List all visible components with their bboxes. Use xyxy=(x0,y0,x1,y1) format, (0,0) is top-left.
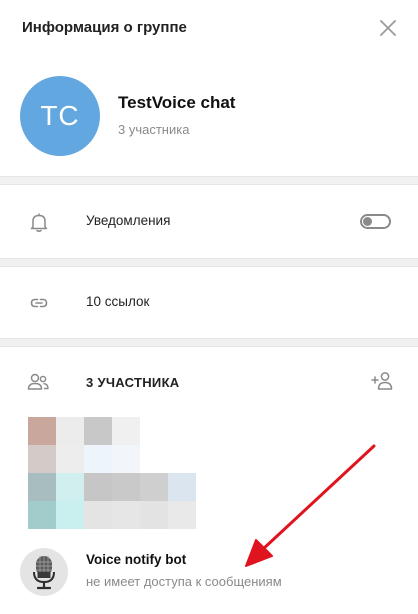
blur-tile xyxy=(56,501,84,529)
blur-tile xyxy=(28,445,56,473)
blur-tile xyxy=(140,501,168,529)
member-status: не имеет доступа к сообщениям xyxy=(86,574,282,589)
links-row[interactable]: 10 ссылок xyxy=(0,268,418,338)
blur-tile xyxy=(140,473,168,501)
people-icon xyxy=(26,370,50,394)
group-profile: TC TestVoice chat 3 участника xyxy=(0,58,418,176)
blur-tile xyxy=(28,417,56,445)
close-icon[interactable] xyxy=(376,16,400,40)
links-label: 10 ссылок xyxy=(86,294,150,309)
blur-tile xyxy=(112,445,140,473)
blur-tile xyxy=(84,417,112,445)
bell-icon xyxy=(28,211,50,233)
blur-tile xyxy=(56,473,84,501)
blur-tile xyxy=(84,473,112,501)
blur-tile xyxy=(84,445,112,473)
section-divider xyxy=(0,338,418,347)
blur-tile xyxy=(84,501,112,529)
blur-tile xyxy=(28,501,56,529)
group-member-count: 3 участника xyxy=(118,122,190,137)
notifications-label: Уведомления xyxy=(86,213,171,228)
blur-tile xyxy=(168,473,196,501)
blurred-member-avatars xyxy=(28,417,196,529)
group-avatar[interactable]: TC xyxy=(20,76,100,156)
member-name: Voice notify bot xyxy=(86,552,187,567)
dialog-title: Информация о группе xyxy=(22,19,187,36)
member-row-voice-notify-bot[interactable]: Voice notify bot не имеет доступа к сооб… xyxy=(0,540,418,604)
toggle-knob xyxy=(363,217,372,226)
blur-tile xyxy=(28,473,56,501)
blur-tile xyxy=(168,501,196,529)
add-user-icon[interactable] xyxy=(370,369,396,393)
dialog-header: Информация о группе xyxy=(0,0,418,58)
members-header: 3 УЧАСТНИКА xyxy=(0,350,418,414)
section-divider xyxy=(0,258,418,267)
blur-tile xyxy=(112,417,140,445)
blur-tile xyxy=(112,473,140,501)
avatar-initials: TC xyxy=(40,100,80,131)
group-name: TestVoice chat xyxy=(118,93,236,112)
blur-tile xyxy=(56,445,84,473)
microphone-icon xyxy=(20,548,68,596)
section-divider xyxy=(0,176,418,185)
notifications-toggle[interactable] xyxy=(360,214,391,229)
blur-tile xyxy=(56,417,84,445)
blur-tile xyxy=(112,501,140,529)
members-count-label: 3 УЧАСТНИКА xyxy=(86,375,180,390)
link-icon xyxy=(28,292,50,314)
notifications-row[interactable]: Уведомления xyxy=(0,187,418,257)
